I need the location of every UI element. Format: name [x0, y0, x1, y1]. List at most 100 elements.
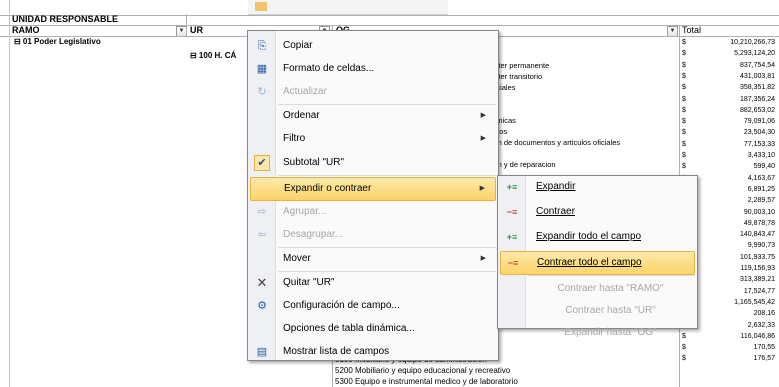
currency-symbol: $: [682, 106, 686, 114]
total-value-cell[interactable]: 49,878,78: [695, 218, 775, 229]
currency-symbol: $: [682, 50, 686, 58]
menu-item-subtotal-ur[interactable]: ✔ Subtotal "UR": [250, 152, 496, 174]
menu-item-actualizar: ↻ Actualizar: [250, 81, 496, 103]
total-value-cell[interactable]: 431,003,81: [695, 71, 775, 82]
menu-item-label: Mostrar lista de campos: [283, 346, 390, 357]
menu-item-label: Ordenar: [283, 110, 320, 121]
menu-item-label: Quitar "UR": [283, 277, 335, 288]
menu-item-label: Copiar: [283, 40, 313, 51]
total-value-cell[interactable]: 170,55: [695, 342, 775, 353]
total-value-cell[interactable]: 23,504,30: [695, 127, 775, 138]
submenu-item-contraer[interactable]: −≡ Contraer: [500, 201, 695, 223]
menu-item-label: Formato de celdas...: [283, 63, 375, 74]
total-value-cell[interactable]: 313,389,21: [695, 274, 775, 285]
currency-symbol: $: [682, 39, 686, 46]
total-value-cell[interactable]: 2,632,33: [695, 320, 775, 331]
menu-item-label: Subtotal "UR": [283, 157, 345, 168]
total-value-cell[interactable]: 6,891,25: [695, 184, 775, 195]
total-value-cell[interactable]: 17,524,77: [695, 286, 775, 297]
menu-item-mostrar-lista-de-campos[interactable]: ▤ Mostrar lista de campos: [250, 341, 496, 363]
menu-item-label: Agrupar...: [283, 206, 327, 217]
total-value-cell[interactable]: 10,210,266,73: [695, 37, 775, 48]
menu-item-filtro[interactable]: Filtro ▶: [250, 128, 496, 150]
menu-item-opciones-de-tabla-din-mica[interactable]: Opciones de tabla dinámica...: [250, 318, 496, 340]
column-header-total: Total: [682, 25, 702, 35]
submenu-item-label: Expandir: [536, 181, 576, 192]
total-value-cell[interactable]: 90,003,10: [695, 207, 775, 218]
total-value-cell[interactable]: 3,433,10: [695, 150, 775, 161]
context-menu: ⎘ Copiar ▦ Formato de celdas... ↻ Actualizar O…: [247, 30, 499, 361]
menu-item-label: Configuración de campo...: [283, 300, 400, 311]
ramo-row-label[interactable]: ⊟ 01 Poder Legislativo: [14, 37, 101, 47]
total-value-cell[interactable]: 9,990,73: [695, 240, 775, 251]
menu-item-label: Opciones de tabla dinámica...: [283, 323, 415, 334]
menu-item-label: Mover: [283, 253, 311, 264]
expand-collapse-submenu: +≡ Expandir −≡ Contraer +≡ Expandir todo el c…: [497, 175, 698, 338]
total-value-cell[interactable]: 187,356,24: [695, 94, 775, 105]
submenu-item-contraer-hasta-ur: Contraer hasta "UR": [500, 300, 695, 322]
og-row-text: cion de documentos y articulos oficiales: [488, 138, 621, 147]
check-icon: ✔: [254, 155, 270, 171]
ur-row-label[interactable]: ⊟ 100 H. CÁ: [190, 51, 236, 61]
currency-symbol: $: [682, 95, 686, 103]
currency-symbol: $: [682, 72, 686, 80]
submenu-item-expandir-todo-el-campo[interactable]: +≡ Expandir todo el campo: [500, 226, 695, 248]
submenu-arrow-icon: ▶: [480, 112, 486, 119]
total-value-cell[interactable]: 4,163,67: [695, 173, 775, 184]
total-value-cell[interactable]: 208,16: [695, 308, 775, 319]
menu-item-mover[interactable]: Mover ▶: [250, 248, 496, 270]
total-value-cell[interactable]: 140,843,47: [695, 229, 775, 240]
menu-item-label: Filtro: [283, 133, 306, 144]
total-value-cell[interactable]: 101,933,75: [695, 252, 775, 263]
format-cells-icon: ▦: [256, 63, 268, 75]
total-value-cell[interactable]: 119,156,93: [695, 263, 775, 274]
menu-item-label: Actualizar: [283, 86, 327, 97]
page-field-header: UNIDAD RESPONSABLE: [12, 14, 119, 24]
menu-item-ordenar[interactable]: Ordenar ▶: [250, 105, 496, 127]
menu-item-label: Expandir o contraer: [284, 183, 372, 194]
total-value-cell[interactable]: 176,57: [695, 353, 775, 364]
total-value-cell[interactable]: 599,40: [695, 161, 775, 172]
total-value-cell[interactable]: 837,754,54: [695, 60, 775, 71]
menu-item-agrupar: ⇨ Agrupar...: [250, 201, 496, 223]
currency-symbol: $: [682, 152, 686, 159]
collapse-icon: −≡: [506, 207, 518, 217]
submenu-item-contraer-todo-el-campo[interactable]: −≡ Contraer todo el campo: [500, 251, 695, 275]
total-value-cell[interactable]: 358,351,82: [695, 82, 775, 93]
field-settings-icon: ⚙: [257, 300, 267, 312]
currency-symbol: $: [682, 140, 686, 148]
currency-symbol: $: [682, 129, 686, 137]
column-header-ramo: RAMO: [12, 25, 40, 35]
currency-symbol: $: [682, 84, 686, 92]
total-value-cell[interactable]: 882,653,02: [695, 105, 775, 116]
submenu-arrow-icon: ▶: [479, 185, 485, 192]
total-value-cell[interactable]: 79,091,06: [695, 116, 775, 127]
menu-item-copiar[interactable]: ⎘ Copiar: [250, 35, 496, 57]
og-row-text: 5300 Equipo e instrumental medico y de l…: [335, 377, 518, 386]
submenu-item-label: Contraer hasta "UR": [565, 305, 656, 316]
total-value-cell[interactable]: 116,046,86: [695, 331, 775, 342]
og-row-text: 5200 Mobiliario y equipo educacional y r…: [335, 366, 511, 375]
submenu-item-label: Contraer todo el campo: [537, 257, 642, 268]
expand-icon: +≡: [506, 182, 518, 192]
group-arrow-icon: ⇨: [257, 206, 267, 218]
submenu-arrow-icon: ▶: [480, 135, 486, 142]
total-value-cell[interactable]: 77,153,33: [695, 139, 775, 150]
submenu-item-label: Contraer hasta "RAMO": [557, 283, 664, 294]
submenu-item-expandir[interactable]: +≡ Expandir: [500, 176, 695, 198]
menu-item-quitar-ur[interactable]: ✕ Quitar "UR": [250, 272, 496, 294]
total-value-cell[interactable]: 2,289,57: [695, 195, 775, 206]
currency-symbol: $: [682, 163, 686, 171]
menu-item-expandir-o-contraer[interactable]: Expandir o contraer ▶: [250, 177, 496, 201]
menu-item-formato-de-celdas[interactable]: ▦ Formato de celdas...: [250, 58, 496, 80]
ribbon-icon: [255, 2, 267, 11]
field-list-icon: ▤: [256, 346, 268, 358]
collapse-all-icon: −≡: [507, 258, 519, 268]
total-value-cell[interactable]: 1,165,545,42: [695, 297, 775, 308]
menu-item-desagrupar: ⇦ Desagrupar...: [250, 224, 496, 246]
menu-item-configuraci-n-de-campo[interactable]: ⚙ Configuración de campo...: [250, 295, 496, 317]
currency-symbol: $: [682, 61, 686, 69]
submenu-arrow-icon: ▶: [480, 255, 486, 262]
menu-item-label: Desagrupar...: [283, 229, 344, 240]
total-value-cell[interactable]: 5,293,124,20: [695, 48, 775, 59]
